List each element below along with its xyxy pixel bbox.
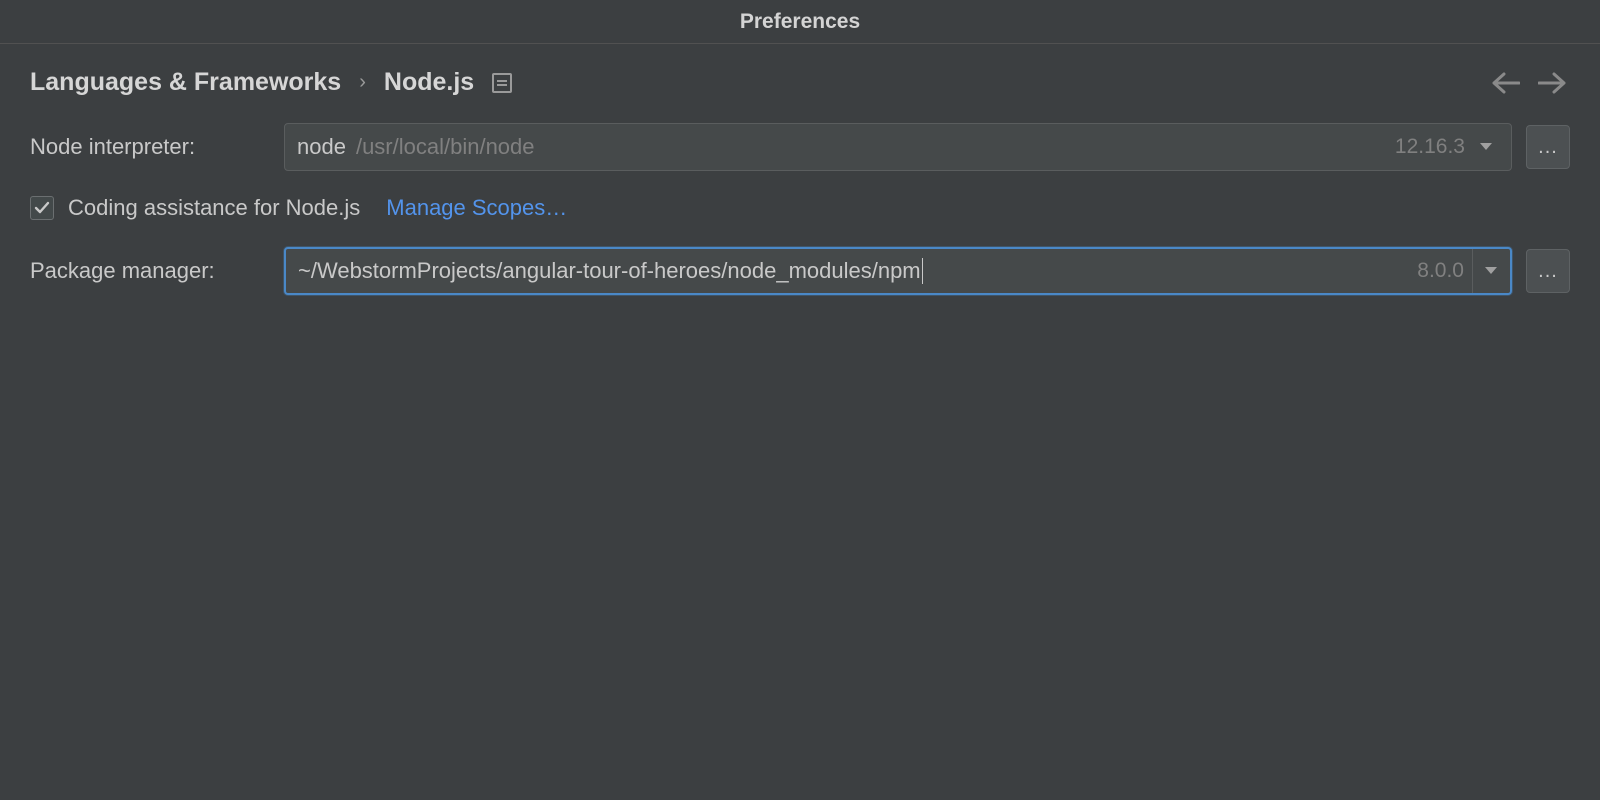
text-cursor	[922, 258, 923, 284]
node-interpreter-dropdown[interactable]: node /usr/local/bin/node 12.16.3	[284, 123, 1512, 171]
package-manager-label: Package manager:	[30, 258, 270, 284]
window-title: Preferences	[740, 10, 860, 34]
coding-assistance-checkbox[interactable]	[30, 196, 54, 220]
node-interpreter-version: 12.16.3	[1395, 135, 1473, 159]
breadcrumb: Languages & Frameworks › Node.js	[0, 44, 1600, 117]
settings-form: Node interpreter: node /usr/local/bin/no…	[0, 117, 1600, 325]
arrow-left-icon	[1492, 72, 1520, 94]
package-manager-browse-button[interactable]: ...	[1526, 249, 1570, 293]
breadcrumb-current: Node.js	[384, 68, 474, 97]
package-manager-dropdown[interactable]: ~/WebstormProjects/angular-tour-of-heroe…	[284, 247, 1512, 295]
coding-assistance-label[interactable]: Coding assistance for Node.js	[68, 195, 360, 221]
titlebar: Preferences	[0, 0, 1600, 44]
node-interpreter-browse-button[interactable]: ...	[1526, 125, 1570, 169]
manage-scopes-link[interactable]: Manage Scopes…	[386, 195, 567, 221]
package-manager-version: 8.0.0	[1417, 259, 1472, 283]
forward-button[interactable]	[1538, 72, 1566, 94]
back-button[interactable]	[1492, 72, 1520, 94]
breadcrumb-parent[interactable]: Languages & Frameworks	[30, 68, 341, 97]
coding-assistance-row: Coding assistance for Node.js Manage Sco…	[30, 195, 1570, 221]
nav-arrows	[1492, 72, 1570, 94]
breadcrumb-separator-icon: ›	[359, 71, 366, 94]
checkmark-icon	[34, 200, 50, 216]
node-interpreter-path: /usr/local/bin/node	[356, 134, 535, 160]
project-settings-icon	[492, 73, 512, 93]
chevron-down-icon	[1472, 249, 1498, 293]
package-manager-value: ~/WebstormProjects/angular-tour-of-heroe…	[298, 258, 921, 284]
node-interpreter-prefix: node	[297, 134, 346, 160]
node-interpreter-label: Node interpreter:	[30, 134, 270, 160]
chevron-down-icon	[1473, 142, 1499, 152]
package-manager-row: Package manager: ~/WebstormProjects/angu…	[30, 247, 1570, 295]
node-interpreter-row: Node interpreter: node /usr/local/bin/no…	[30, 123, 1570, 171]
arrow-right-icon	[1538, 72, 1566, 94]
